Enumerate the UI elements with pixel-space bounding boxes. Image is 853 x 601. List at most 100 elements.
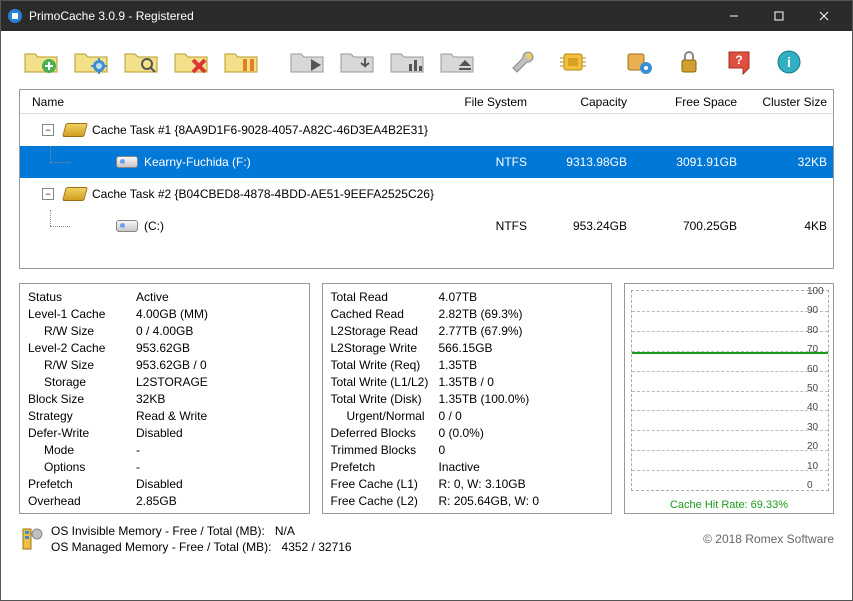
- tools-button[interactable]: [501, 43, 545, 81]
- expander-icon[interactable]: −: [42, 188, 54, 200]
- ytick: 60: [807, 364, 831, 375]
- footer: OS Invisible Memory - Free / Total (MB):…: [19, 524, 834, 554]
- stat-line: Block Size32KB: [28, 390, 301, 407]
- stats-right-panel: Total Read4.07TBCached Read2.82TB (69.3%…: [322, 283, 613, 514]
- volume-free: 700.25GB: [633, 219, 743, 233]
- chart-caption: Cache Hit Rate: 69.33%: [625, 499, 833, 511]
- stat-line: Free Cache (L1)R: 0, W: 3.10GB: [331, 475, 604, 492]
- stat-line: Total Write (Req)1.35TB: [331, 356, 604, 373]
- stat-key: Options: [28, 460, 128, 474]
- stat-line: PrefetchDisabled: [28, 475, 301, 492]
- stat-value: 953.62GB: [128, 341, 301, 355]
- config-cache-button[interactable]: [69, 43, 113, 81]
- disk-icon: [116, 220, 138, 232]
- stat-key: Trimmed Blocks: [331, 443, 431, 457]
- stat-line: L2Storage Read2.77TB (67.9%): [331, 322, 604, 339]
- stat-key: Level-2 Cache: [28, 341, 128, 355]
- col-fs[interactable]: File System: [453, 95, 533, 109]
- volume-name: Kearny-Fuchida (F:): [144, 155, 251, 169]
- stat-line: Level-1 Cache4.00GB (MM): [28, 305, 301, 322]
- volume-name: (C:): [144, 219, 164, 233]
- stats-cache-button[interactable]: [385, 43, 429, 81]
- stat-value: Active: [128, 290, 301, 304]
- window-title: PrimoCache 3.0.9 - Registered: [29, 9, 711, 23]
- col-name[interactable]: Name: [26, 95, 453, 109]
- stat-line: L2Storage Write566.15GB: [331, 339, 604, 356]
- app-icon: [7, 8, 23, 24]
- stat-key: R/W Size: [28, 324, 128, 338]
- ytick: 100: [807, 286, 831, 297]
- ytick: 0: [807, 480, 831, 491]
- stat-key: L2Storage Read: [331, 324, 431, 338]
- col-cap[interactable]: Capacity: [533, 95, 633, 109]
- stat-value: -: [128, 460, 301, 474]
- minimize-button[interactable]: [711, 1, 756, 31]
- info-button[interactable]: i: [767, 43, 811, 81]
- stat-line: Total Read4.07TB: [331, 288, 604, 305]
- stat-key: Free Cache (L2): [331, 494, 431, 508]
- stat-value: 953.62GB / 0: [128, 358, 301, 372]
- app-window: PrimoCache 3.0.9 - Registered ? i Name F…: [0, 0, 853, 601]
- stat-line: Free Cache (L2)R: 205.64GB, W: 0: [331, 492, 604, 509]
- resume-cache-button[interactable]: [285, 43, 329, 81]
- cpu-button[interactable]: [551, 43, 595, 81]
- tree-header: Name File System Capacity Free Space Clu…: [20, 90, 833, 114]
- stat-value: 1.35TB: [431, 358, 604, 372]
- volume-cap: 9313.98GB: [533, 155, 633, 169]
- help-button[interactable]: ?: [717, 43, 761, 81]
- stat-line: Deferred Blocks0 (0.0%): [331, 424, 604, 441]
- cache-task-row[interactable]: −Cache Task #1 {8AA9D1F6-9028-4057-A82C-…: [20, 114, 833, 146]
- stat-value: 2.77TB (67.9%): [431, 324, 604, 338]
- stat-line: Total Write (Disk)1.35TB (100.0%): [331, 390, 604, 407]
- stats-row: StatusActiveLevel-1 Cache4.00GB (MM) R/W …: [19, 283, 834, 514]
- stat-value: 1.35TB / 0: [431, 375, 604, 389]
- stat-key: Prefetch: [331, 460, 431, 474]
- ytick: 90: [807, 305, 831, 316]
- volume-row[interactable]: Kearny-Fuchida (F:) NTFS9313.98GB3091.91G…: [20, 146, 833, 178]
- lock-button[interactable]: [667, 43, 711, 81]
- maximize-button[interactable]: [756, 1, 801, 31]
- resume-cache-icon: [289, 48, 325, 76]
- cache-task-row[interactable]: −Cache Task #2 {B04CBED8-4878-4BDD-AE51-…: [20, 178, 833, 210]
- stat-value: Inactive: [431, 460, 604, 474]
- col-free[interactable]: Free Space: [633, 95, 743, 109]
- pause-cache-icon: [223, 48, 259, 76]
- flush-cache-icon: [339, 48, 375, 76]
- volume-tree[interactable]: Name File System Capacity Free Space Clu…: [19, 89, 834, 269]
- close-button[interactable]: [801, 1, 846, 31]
- flush-cache-button[interactable]: [335, 43, 379, 81]
- ytick: 10: [807, 461, 831, 472]
- eject-cache-button[interactable]: [435, 43, 479, 81]
- expander-icon[interactable]: −: [42, 124, 54, 136]
- stat-value: 1.35TB (100.0%): [431, 392, 604, 406]
- ytick: 50: [807, 383, 831, 394]
- settings-button[interactable]: [617, 43, 661, 81]
- volume-cluster: 4KB: [743, 219, 833, 233]
- footer-managed: OS Managed Memory - Free / Total (MB): 4…: [51, 540, 352, 554]
- stat-key: Level-1 Cache: [28, 307, 128, 321]
- stat-value: 4.07TB: [431, 290, 604, 304]
- eject-cache-icon: [439, 48, 475, 76]
- volume-fs: NTFS: [453, 155, 533, 169]
- stat-line: R/W Size953.62GB / 0: [28, 356, 301, 373]
- pause-cache-button[interactable]: [219, 43, 263, 81]
- volume-cap: 953.24GB: [533, 219, 633, 233]
- volume-free: 3091.91GB: [633, 155, 743, 169]
- stat-value: 566.15GB: [431, 341, 604, 355]
- stat-key: Overhead: [28, 494, 128, 508]
- stat-value: Disabled: [128, 426, 301, 440]
- inspect-cache-button[interactable]: [119, 43, 163, 81]
- delete-cache-button[interactable]: [169, 43, 213, 81]
- svg-text:?: ?: [735, 53, 742, 67]
- stat-line: Urgent/Normal0 / 0: [331, 407, 604, 424]
- cpu-icon: [558, 49, 588, 75]
- chip-icon: [62, 123, 88, 137]
- ytick: 30: [807, 422, 831, 433]
- ytick: 70: [807, 344, 831, 355]
- col-cluster[interactable]: Cluster Size: [743, 95, 833, 109]
- add-cache-button[interactable]: [19, 43, 63, 81]
- volume-row[interactable]: (C:)NTFS953.24GB700.25GB4KB: [20, 210, 833, 242]
- tools-icon: [507, 48, 539, 76]
- stat-key: Deferred Blocks: [331, 426, 431, 440]
- stat-key: Status: [28, 290, 128, 304]
